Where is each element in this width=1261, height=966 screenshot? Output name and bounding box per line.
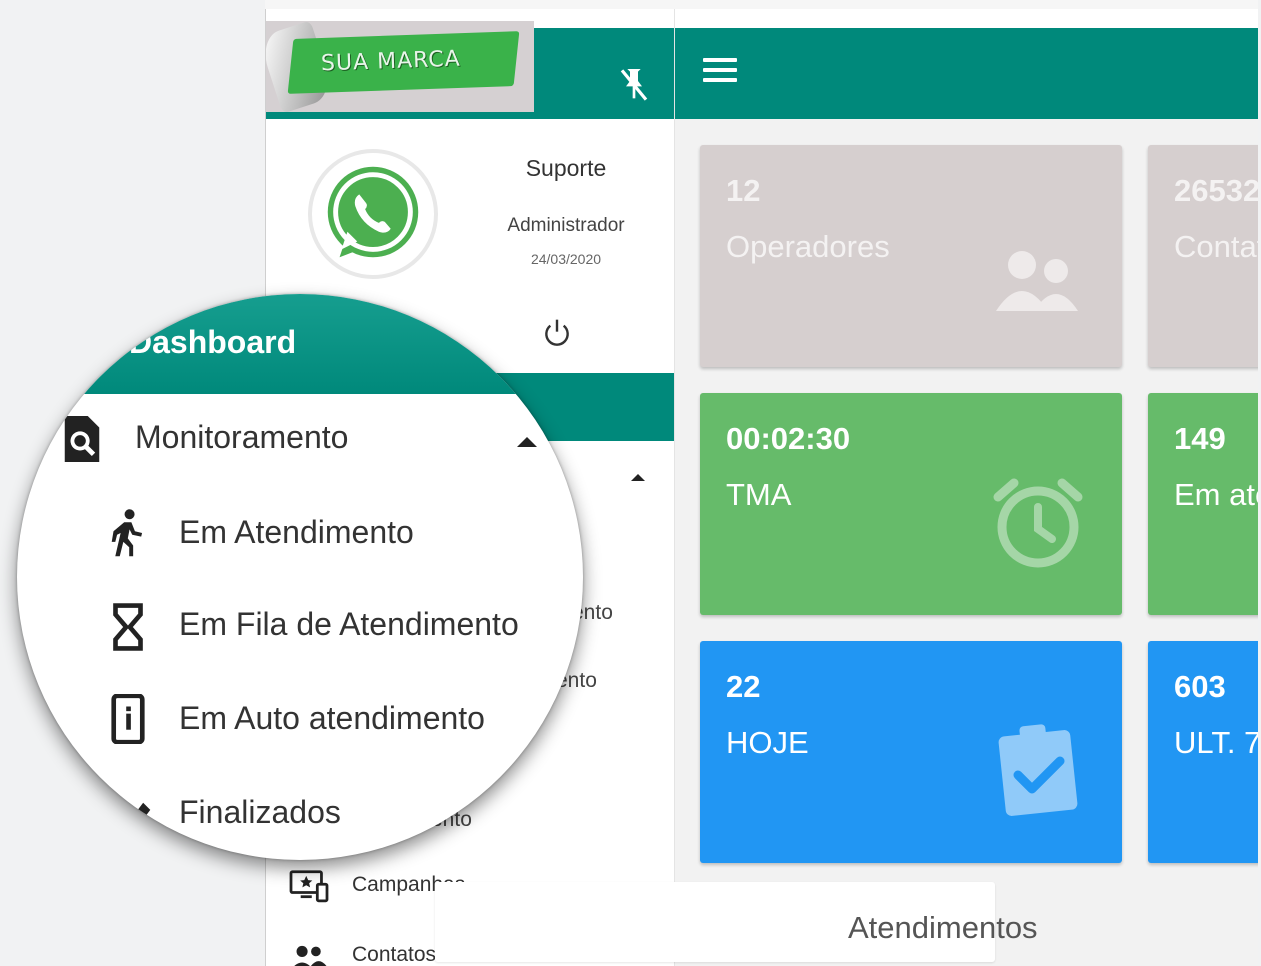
- stat-card-em-atendimento[interactable]: 149 Em atendimento: [1148, 393, 1258, 615]
- stat-value: 149: [1174, 421, 1226, 456]
- avatar[interactable]: [308, 149, 438, 279]
- caret-up-icon[interactable]: [631, 474, 645, 481]
- stat-card-operadores[interactable]: 12 Operadores: [700, 145, 1122, 367]
- alarm-clock-icon: [993, 478, 1083, 568]
- stat-value: 12: [726, 173, 761, 208]
- zoom-dashboard-bar[interactable]: Dashboard: [17, 294, 583, 394]
- pen-icon: [119, 802, 151, 841]
- caret-up-icon[interactable]: [517, 437, 537, 447]
- people-icon: [996, 251, 1078, 311]
- zoom-item-finalizados[interactable]: Finalizados: [17, 778, 583, 848]
- panel-title: Atendimentos: [848, 910, 1038, 945]
- brand-logo[interactable]: SUA MARCA: [266, 21, 534, 112]
- atendimentos-panel: Atendimentos: [435, 882, 1038, 962]
- stat-card-contatos[interactable]: 26532 Contatos: [1148, 145, 1258, 367]
- stat-value: 26532: [1174, 173, 1258, 208]
- logo-text: SUA MARCA: [320, 46, 462, 77]
- zoom-item-label: Em Auto atendimento: [179, 700, 485, 736]
- whatsapp-icon: [327, 166, 419, 258]
- zoom-magnifier: Dashboard Monitoramento Em Atendimento E…: [17, 294, 583, 860]
- stat-card-hoje[interactable]: 22 HOJE: [700, 641, 1122, 863]
- stat-label: TMA: [726, 477, 792, 512]
- stat-label: HOJE: [726, 725, 809, 760]
- zoom-item-label: Finalizados: [179, 794, 341, 830]
- campaign-monitor-icon: [289, 870, 329, 903]
- top-app-bar: [675, 28, 1258, 119]
- browser-top-strip: [265, 0, 1258, 9]
- zoom-section-label: Monitoramento: [135, 419, 349, 455]
- dashboard-content: 12 Operadores 26532 Contatos 00:02:30 TM…: [675, 119, 1258, 966]
- contacts-icon: [294, 945, 327, 966]
- stat-label: ULT. 7: [1174, 725, 1258, 760]
- zoom-item-em-auto-atendimento[interactable]: Em Auto atendimento: [17, 684, 583, 754]
- stat-card-ult-7[interactable]: 603 ULT. 7: [1148, 641, 1258, 863]
- unpin-icon[interactable]: [618, 66, 650, 104]
- monitor-search-icon: [64, 416, 100, 462]
- running-person-icon: [111, 509, 143, 557]
- user-role: Administrador: [507, 215, 625, 236]
- phone-info-icon: [111, 694, 145, 744]
- stat-card-tma[interactable]: 00:02:30 TMA: [700, 393, 1122, 615]
- zoom-section-monitoramento[interactable]: Monitoramento: [17, 402, 583, 472]
- user-name: Suporte: [525, 155, 607, 181]
- stat-value: 22: [726, 669, 761, 704]
- stat-value: 00:02:30: [726, 421, 851, 456]
- zoom-item-label: Em Fila de Atendimento: [179, 606, 519, 642]
- hourglass-icon: [113, 603, 143, 651]
- sidebar-item-label: Contatos: [352, 943, 437, 966]
- stat-label: Em atendimento: [1174, 477, 1258, 512]
- stat-label: Operadores: [726, 229, 890, 264]
- zoom-item-label: Em Atendimento: [179, 514, 414, 550]
- hamburger-menu-icon[interactable]: [703, 58, 737, 88]
- zoom-dashboard-label: Dashboard: [129, 324, 297, 360]
- stat-value: 603: [1174, 669, 1226, 704]
- zoom-item-em-fila[interactable]: Em Fila de Atendimento: [17, 590, 583, 660]
- clipboard-check-icon: [998, 724, 1078, 816]
- zoom-item-em-atendimento[interactable]: Em Atendimento: [17, 496, 583, 566]
- stat-label: Contatos: [1174, 229, 1258, 264]
- user-date: 24/03/2020: [530, 251, 602, 267]
